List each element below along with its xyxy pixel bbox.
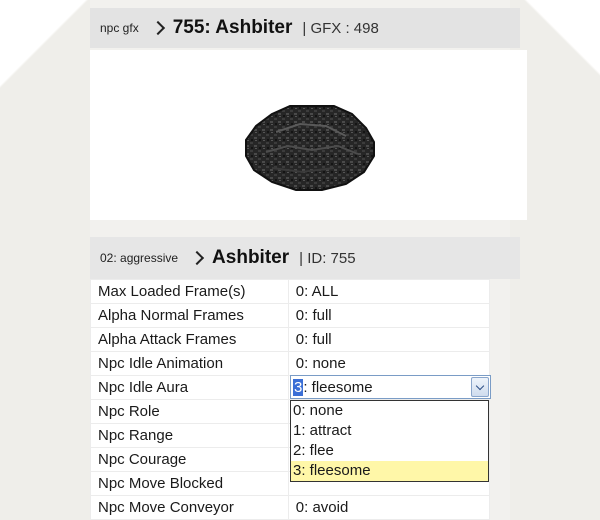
property-label: Npc Courage xyxy=(90,447,289,472)
idle-aura-dropdown-list: 0: none 1: attract 2: flee 3: fleesome xyxy=(290,400,489,482)
property-label: Max Loaded Frame(s) xyxy=(90,279,289,304)
property-label: Npc Move Conveyor xyxy=(90,495,289,520)
property-label: Npc Idle Animation xyxy=(90,351,289,376)
property-value[interactable]: 0: none xyxy=(287,351,491,376)
ashbiter-sprite-icon xyxy=(245,105,375,191)
property-value[interactable]: 0: avoid xyxy=(287,495,491,520)
gfx-title: 755: Ashbiter xyxy=(172,17,293,38)
select-value: : fleesome xyxy=(303,378,373,396)
table-row: Max Loaded Frame(s) 0: ALL xyxy=(90,279,491,304)
dropdown-option[interactable]: 1: attract xyxy=(291,421,488,441)
npc-header: 02: aggressive Ashbiter | ID: 755 xyxy=(90,237,520,279)
property-value[interactable]: 0: full xyxy=(287,327,491,352)
property-label: Alpha Attack Frames xyxy=(90,327,289,352)
gfx-id-info: | GFX : 498 xyxy=(302,19,379,37)
sprite-preview xyxy=(90,50,527,220)
npc-breadcrumb[interactable]: 02: aggressive xyxy=(100,251,178,265)
chevron-down-icon xyxy=(475,381,485,390)
table-row: Npc Idle Animation 0: none xyxy=(90,351,491,376)
npc-id-info: | ID: 755 xyxy=(299,249,356,267)
dropdown-arrow-button[interactable] xyxy=(471,377,489,397)
table-row: Npc Move Conveyor 0: avoid xyxy=(90,495,491,520)
npc-editor-panel: npc gfx 755: Ashbiter | GFX : 498 02: ag… xyxy=(90,0,527,520)
property-label: Npc Move Blocked xyxy=(90,471,289,496)
table-row: Alpha Normal Frames 0: full xyxy=(90,303,491,328)
table-row: Alpha Attack Frames 0: full xyxy=(90,327,491,352)
gfx-header: npc gfx 755: Ashbiter | GFX : 498 xyxy=(90,8,520,48)
dropdown-option-selected[interactable]: 3: fleesome xyxy=(291,461,488,481)
property-label: Npc Role xyxy=(90,399,289,424)
property-label: Npc Idle Aura xyxy=(90,375,289,400)
dropdown-option[interactable]: 2: flee xyxy=(291,441,488,461)
select-text-highlight: 3 xyxy=(293,378,304,396)
idle-aura-select[interactable]: 3: fleesome xyxy=(290,375,491,399)
property-value[interactable]: 0: ALL xyxy=(287,279,491,304)
property-label: Alpha Normal Frames xyxy=(90,303,289,328)
dropdown-option[interactable]: 0: none xyxy=(291,401,488,421)
chevron-right-icon xyxy=(189,250,205,266)
gfx-breadcrumb[interactable]: npc gfx xyxy=(100,21,139,35)
property-label: Npc Range xyxy=(90,423,289,448)
npc-title: Ashbiter xyxy=(212,247,290,268)
property-value[interactable]: 0: full xyxy=(287,303,491,328)
background-left-panel xyxy=(0,0,90,520)
chevron-right-icon xyxy=(150,20,165,36)
